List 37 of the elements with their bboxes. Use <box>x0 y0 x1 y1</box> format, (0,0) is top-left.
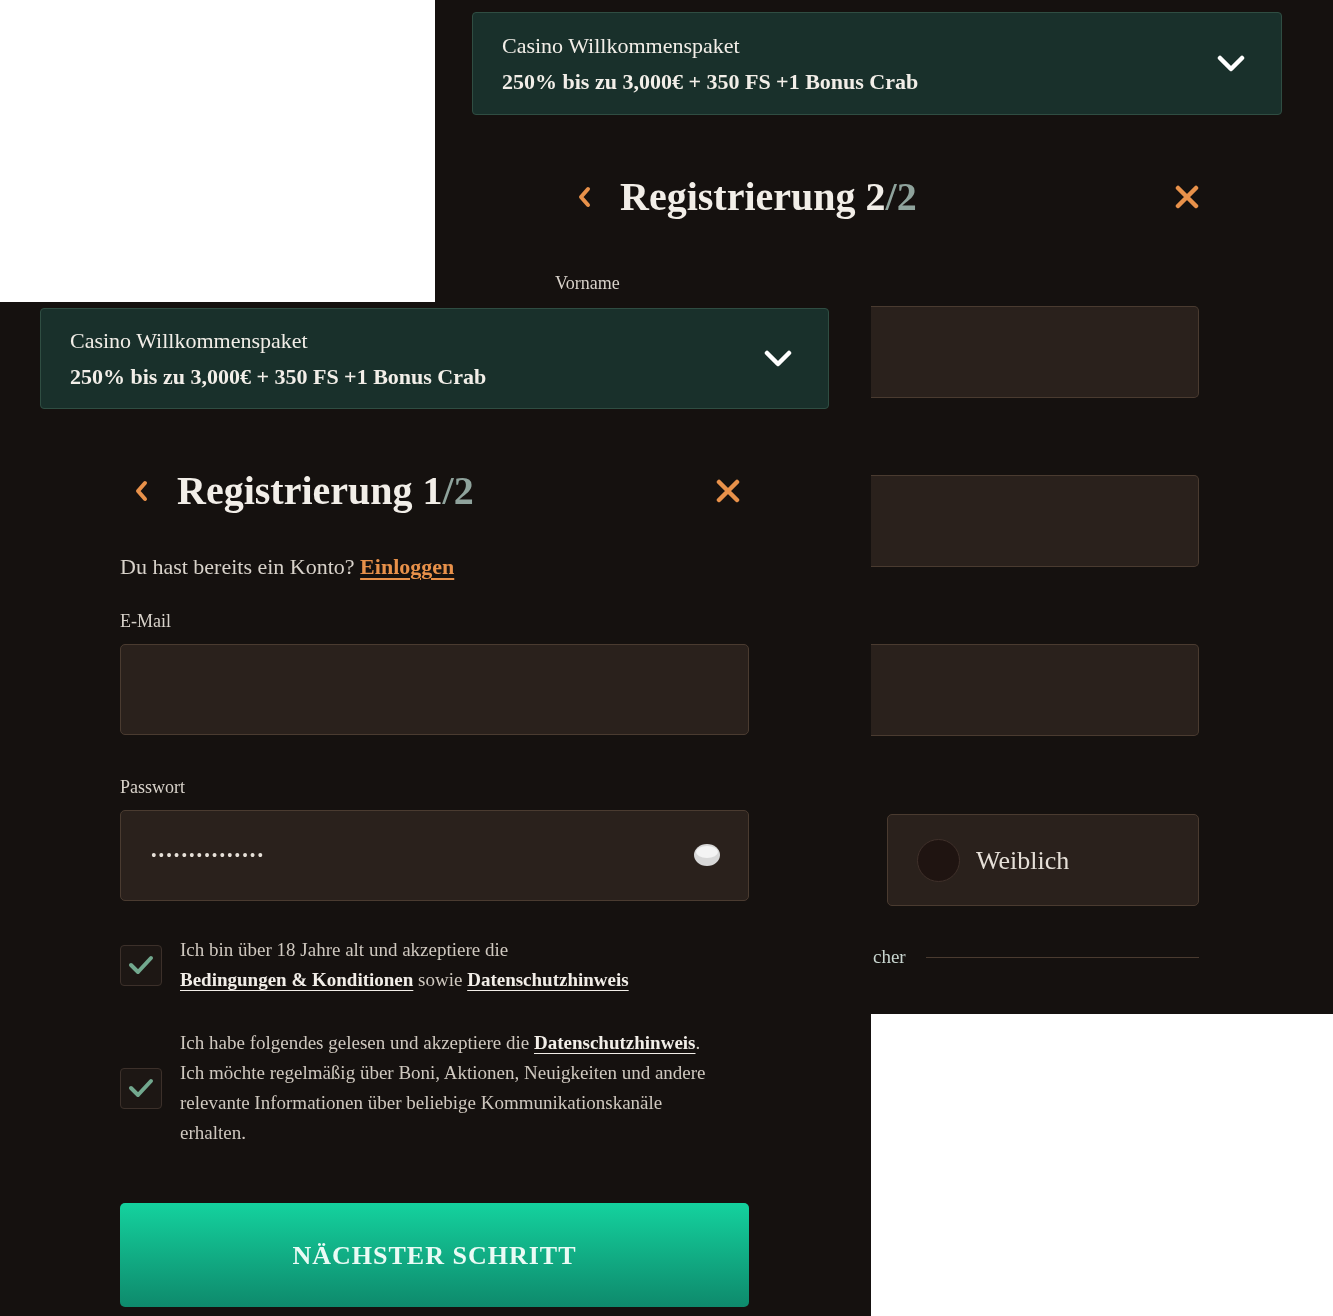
consent-text: Ich bin über 18 Jahre alt und akzeptiere die Bedingungen & Konditionen sowie Datenschutzhinweis <box>180 938 630 992</box>
bonus-offer: 250% bis zu 3,000€ + 350 FS +1 Bonus Crab <box>70 362 487 391</box>
email-field[interactable] <box>120 644 749 735</box>
back-icon[interactable] <box>576 185 592 209</box>
chevron-down-icon[interactable] <box>1217 53 1245 74</box>
check-icon <box>128 1078 154 1098</box>
policy-link[interactable]: Datenschutzhinweis <box>534 1032 696 1053</box>
radio-button[interactable] <box>917 838 960 882</box>
password-field[interactable]: ••••••••••••••• <box>120 810 749 901</box>
back-icon[interactable] <box>133 479 149 503</box>
field-label: Vorname <box>555 272 621 295</box>
field-label: E-Mail <box>120 610 172 633</box>
login-link[interactable]: Einloggen <box>360 554 455 579</box>
gender-option[interactable]: Weiblich <box>887 814 1199 906</box>
policy-link[interactable]: Datenschutzhinweis <box>467 969 629 990</box>
policy-link[interactable]: Bedingungen & Konditionen <box>180 969 414 990</box>
divider-label: cher <box>873 945 906 969</box>
check-icon <box>128 955 154 975</box>
chevron-down-icon[interactable] <box>764 348 792 369</box>
text-field[interactable] <box>871 306 1199 398</box>
text-field[interactable] <box>871 475 1199 567</box>
checkbox[interactable] <box>120 944 162 986</box>
bonus-banner[interactable]: Casino Willkommenspaket 250% bis zu 3,000€ + 350 FS +1 Bonus Crab <box>472 12 1282 115</box>
close-icon[interactable] <box>716 479 740 503</box>
consent-text: Ich habe folgendes gelesen und akzeptiere die Datenschutzhinweis. Ich möchte regelmäßig über Boni, Aktionen, Neuigkeiten und andere relevante Informationen über beliebige Kommunikationskanäle erhalten. <box>180 1031 707 1145</box>
bonus-offer: 250% bis zu 3,000€ + 350 FS +1 Bonus Crab <box>502 67 919 96</box>
text-field[interactable] <box>871 644 1199 736</box>
bonus-banner[interactable]: Casino Willkommenspaket 250% bis zu 3,000€ + 350 FS +1 Bonus Crab <box>40 308 829 409</box>
field-label: Passwort <box>120 776 186 799</box>
registration-title: Registrierung 2/2 <box>620 173 917 221</box>
registration-title: Registrierung 1/2 <box>177 467 474 515</box>
option-label: Weiblich <box>976 844 1070 877</box>
close-icon[interactable] <box>1175 185 1199 209</box>
login-prompt: Du hast bereits ein Konto? Einloggen <box>120 553 456 581</box>
banner-title: Casino Willkommenspaket <box>70 326 309 355</box>
checkbox[interactable] <box>120 1067 162 1109</box>
banner-title: Casino Willkommenspaket <box>502 31 741 60</box>
